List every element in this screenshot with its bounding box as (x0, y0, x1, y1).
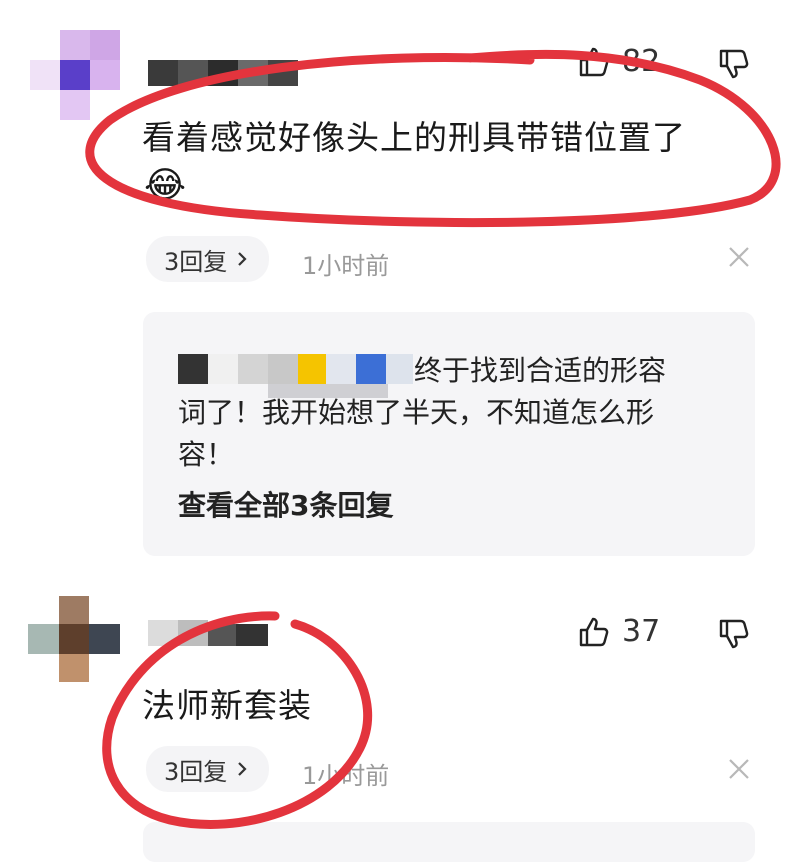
like-button[interactable]: 82 (578, 44, 660, 79)
thumbs-up-icon (579, 47, 609, 76)
comment-text: 看着感觉好像头上的刑具带错位置了 (142, 118, 686, 157)
avatar[interactable] (28, 596, 120, 682)
reply-text-line: 终于找到合适的形容 (414, 354, 667, 387)
replies-button[interactable]: 3回复 (146, 746, 270, 792)
reply-text-line: 词了！我开始想了半天，不知道怎么形 (178, 396, 655, 429)
view-all-replies-link[interactable]: 查看全部3条回复 (178, 484, 393, 524)
close-icon[interactable] (726, 244, 752, 276)
username-redacted (148, 60, 298, 86)
like-count: 37 (622, 614, 661, 649)
reply-text-line: 容！ (178, 438, 235, 471)
emoji-laughing-crying-icon: 😂 (144, 165, 188, 206)
chevron-right-icon (238, 762, 247, 776)
thumbs-down-icon (719, 49, 749, 79)
comment-text: 法师新套装 (142, 686, 312, 725)
thumbs-down-icon (719, 619, 749, 649)
reply-preview-box[interactable] (143, 822, 755, 862)
replies-button[interactable]: 3回复 (146, 236, 270, 282)
dislike-button[interactable] (718, 618, 750, 654)
replies-label: 3回复 (164, 247, 228, 276)
reply-username-redacted (178, 354, 413, 398)
timestamp: 1小时前 (302, 762, 390, 790)
like-button[interactable]: 37 (578, 614, 660, 649)
like-count: 82 (622, 44, 661, 79)
dislike-button[interactable] (718, 48, 750, 84)
replies-label: 3回复 (164, 757, 228, 786)
username-redacted (148, 620, 268, 646)
chevron-right-icon (238, 252, 247, 266)
timestamp: 1小时前 (302, 252, 390, 280)
close-icon[interactable] (726, 756, 752, 788)
avatar[interactable] (30, 30, 120, 120)
thumbs-up-icon (579, 617, 609, 646)
